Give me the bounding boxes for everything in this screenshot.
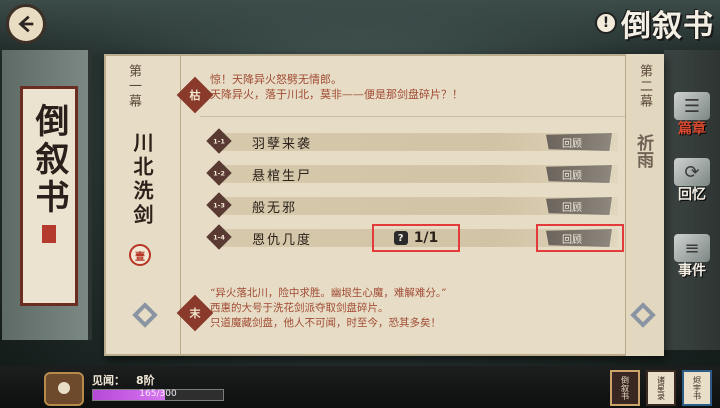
book-icon: ☰ xyxy=(674,92,710,120)
page-title-text: 倒叙书 xyxy=(621,9,714,44)
treasure-chest-icon[interactable] xyxy=(44,372,84,406)
mission-number-badge: 1-1 xyxy=(206,128,232,154)
book-plaque: 倒叙书 xyxy=(20,86,78,306)
divider xyxy=(200,116,630,117)
mission-row[interactable]: 1-1 羽孽来袭 回顾 xyxy=(206,128,622,154)
mystery-icon: ? xyxy=(393,231,408,245)
seal-icon xyxy=(42,225,56,243)
chapter-intro: 枯 惊！天降异火怒劈无情郎。 天降异火，落于川北，莫非——便是那剑盘碎片？！ xyxy=(176,72,610,114)
mission-progress: ? 1/1 xyxy=(372,224,460,252)
intro-stamp-icon: 枯 xyxy=(176,76,214,114)
page-title: ! 倒叙书 xyxy=(595,4,714,44)
next-chapter-title: 祈雨 xyxy=(633,134,653,168)
act-label: 第二幕 xyxy=(637,64,652,109)
book-panel: 倒叙书 xyxy=(2,50,92,340)
next-chapter-column[interactable]: 第二幕 祈雨 xyxy=(625,54,664,356)
mission-number-badge: 1-4 xyxy=(206,224,232,250)
book-tiles: 倒叙书 诸星录 烬宇书 xyxy=(610,370,712,406)
side-tab-label: 回忆 xyxy=(678,187,706,203)
book-tile[interactable]: 倒叙书 xyxy=(610,370,640,406)
chapter-title: 川北洗剑 xyxy=(130,132,154,228)
review-button[interactable]: 回顾 xyxy=(546,197,612,215)
review-button[interactable]: 回顾 xyxy=(546,165,612,183)
act-label: 第一幕 xyxy=(126,64,141,109)
outro-stamp-icon: 末 xyxy=(176,294,214,332)
exp-level: 8阶 xyxy=(136,374,155,387)
back-button[interactable] xyxy=(6,4,46,44)
mission-name: 悬棺生尸 xyxy=(252,169,313,184)
mission-row[interactable]: 1-3 般无邪 回顾 xyxy=(206,192,622,218)
exp-progress-text: 165/300 xyxy=(139,389,177,399)
mission-number-badge: 1-3 xyxy=(206,192,232,218)
progress-text: 1/1 xyxy=(413,230,439,246)
exp-label: 见闻： xyxy=(92,374,125,387)
book-tile[interactable]: 诸星录 xyxy=(646,370,676,406)
side-tab-label: 篇章 xyxy=(678,121,706,137)
mission-name: 羽孽来袭 xyxy=(252,137,313,152)
intro-line: 天降异火，落于川北，莫非——便是那剑盘碎片？！ xyxy=(210,88,463,101)
intro-line: 惊！天降异火怒劈无情郎。 xyxy=(210,73,342,86)
chapter-outro: 末 “异火落北川，险中求胜。幽垠生心魔，难解难分。” 西惠的大号于洗花剑派夺取剑… xyxy=(176,286,630,332)
chapter-scroll: 第一幕 川北洗剑 壹 枯 惊！天降异火怒劈无情郎。 天降异火，落于川北，莫非——… xyxy=(104,54,664,356)
mission-row[interactable]: 1-4 恩仇几度 ? 1/1 回顾 xyxy=(206,224,624,252)
prev-chapter-icon[interactable] xyxy=(132,302,158,328)
side-tab-events[interactable]: ≡ 事件 xyxy=(670,234,714,280)
mission-name: 恩仇几度 xyxy=(252,233,313,248)
side-tab-label: 事件 xyxy=(678,263,706,279)
chapter-badge: 壹 xyxy=(129,244,151,266)
mission-name: 般无邪 xyxy=(252,201,298,216)
scroll-icon: ≡ xyxy=(674,234,710,262)
swirl-icon: ⟳ xyxy=(674,158,710,186)
mission-number-badge: 1-2 xyxy=(206,160,232,186)
review-highlight xyxy=(536,224,624,252)
book-title: 倒叙书 xyxy=(29,103,69,217)
chapter-column: 第一幕 川北洗剑 壹 xyxy=(104,54,181,356)
side-tab-chapters[interactable]: ☰ 篇章 xyxy=(670,92,714,138)
mission-row[interactable]: 1-2 悬棺生尸 回顾 xyxy=(206,160,622,186)
review-button[interactable]: 回顾 xyxy=(546,133,612,151)
exp-progress-bar: 165/300 xyxy=(92,389,224,401)
next-chapter-icon[interactable] xyxy=(630,302,656,328)
outro-line: “异火落北川，险中求胜。幽垠生心魔，难解难分。” xyxy=(210,287,447,299)
book-tile[interactable]: 烬宇书 xyxy=(682,370,712,406)
outro-line: 只道魔藏剑盘，他人不可闻，时至今，恐其多矣！ xyxy=(210,317,441,329)
side-tab-memories[interactable]: ⟳ 回忆 xyxy=(670,158,714,204)
outro-line: 西惠的大号于洗花剑派夺取剑盘碎片。 xyxy=(210,302,389,314)
back-arrow-icon xyxy=(18,15,34,33)
exclamation-icon[interactable]: ! xyxy=(595,12,617,34)
